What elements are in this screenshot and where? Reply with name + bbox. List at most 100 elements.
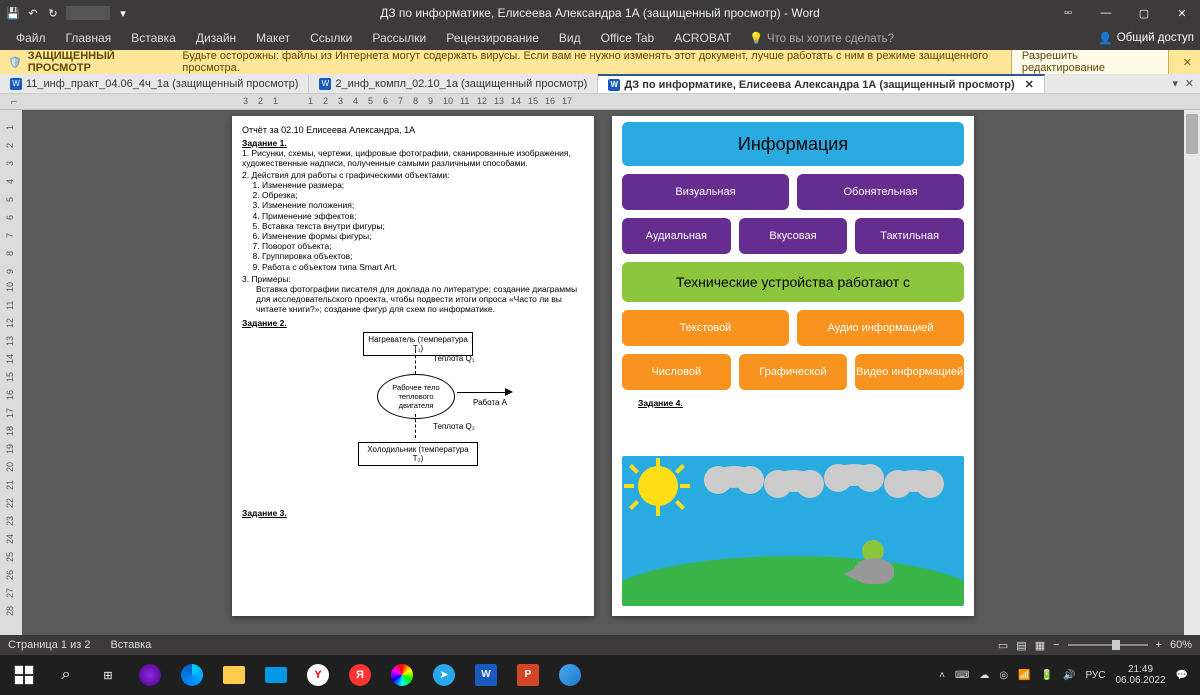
cloud-icon xyxy=(832,464,876,486)
doc-tab-3[interactable]: WДЗ по информатике, Елисеева Александра … xyxy=(598,74,1045,93)
page-1: Отчёт за 02.10 Елисеева Александра, 1А З… xyxy=(232,116,594,616)
tray-keyboard-icon[interactable]: ⌨ xyxy=(955,670,969,681)
doc-tab-2[interactable]: W2_инф_компл_02.10_1а (защищенный просмо… xyxy=(309,74,598,93)
tray-volume-icon[interactable]: 🔊 xyxy=(1063,670,1075,681)
scrollbar-thumb[interactable] xyxy=(1186,114,1198,154)
app-explorer-icon[interactable] xyxy=(214,655,254,695)
app-pinwheel-icon[interactable] xyxy=(382,655,422,695)
task4-drawing xyxy=(622,456,964,606)
app-mail-icon[interactable] xyxy=(256,655,296,695)
app-yandex-icon[interactable]: Y xyxy=(298,655,338,695)
ribbon-opts-icon[interactable]: ▫▫ xyxy=(1054,3,1082,23)
tray-cloud-icon[interactable]: ☁ xyxy=(979,670,989,681)
qat-dropdown-icon[interactable]: ▾ xyxy=(116,6,130,20)
status-section[interactable]: Вставка xyxy=(110,639,151,651)
task1-p2: 2. Действия для работы с графическими об… xyxy=(242,170,584,180)
tab-file[interactable]: Файл xyxy=(6,27,56,49)
task1-p3b: Вставка фотографии писателя для доклада … xyxy=(256,284,584,314)
start-button[interactable] xyxy=(4,655,44,695)
share-button[interactable]: 👤 Общий доступ xyxy=(1098,31,1194,45)
protected-close-icon[interactable]: ✕ xyxy=(1183,56,1192,69)
zoom-out-button[interactable]: − xyxy=(1053,639,1059,651)
report-header: Отчёт за 02.10 Елисеева Александра, 1А xyxy=(242,125,584,135)
taskview-icon[interactable]: ⊞ xyxy=(88,655,128,695)
tab-layout[interactable]: Макет xyxy=(246,27,300,49)
tray-notifications-icon[interactable]: 💬 xyxy=(1176,670,1188,681)
qat-placeholder xyxy=(66,6,110,20)
tray-wifi-icon[interactable]: 📶 xyxy=(1018,670,1030,681)
app-edge-icon[interactable] xyxy=(172,655,212,695)
info-smell: Обонятельная xyxy=(797,174,964,210)
tabs-close-icon[interactable]: ✕ xyxy=(1185,77,1194,90)
tab-design[interactable]: Дизайн xyxy=(186,27,246,49)
vertical-ruler: 1234567891011121314151617181920212223242… xyxy=(0,110,22,635)
app-telegram-icon[interactable]: ➤ xyxy=(424,655,464,695)
minimize-button[interactable]: — xyxy=(1092,3,1120,23)
page-2: Информация Визуальная Обонятельная Аудиа… xyxy=(612,116,974,616)
ruler-corner: ⌐ xyxy=(0,94,28,109)
diagram-q2: Теплота Q₂ xyxy=(433,422,475,431)
sun-icon xyxy=(638,466,678,506)
zoom-level[interactable]: 60% xyxy=(1170,639,1192,651)
app-powerpoint-icon[interactable]: P xyxy=(508,655,548,695)
shield-icon: 🛡️ xyxy=(8,56,22,69)
app-word-icon[interactable]: W xyxy=(466,655,506,695)
tray-clock[interactable]: 21:49 06.06.2022 xyxy=(1115,664,1165,686)
hill xyxy=(622,556,964,606)
tab-mailings[interactable]: Рассылки xyxy=(362,27,436,49)
tab-references[interactable]: Ссылки xyxy=(300,27,362,49)
tab-close-icon[interactable]: ✕ xyxy=(1025,78,1034,91)
tell-me-input[interactable]: 💡 Что вы хотите сделать? xyxy=(749,31,894,45)
title-bar: 💾 ↶ ↻ ▾ ДЗ по информатике, Елисеева Алек… xyxy=(0,0,1200,26)
view-print-icon[interactable]: ▤ xyxy=(1016,639,1026,652)
doc-tab-1[interactable]: W11_инф_практ_04.06_4ч_1а (защищенный пр… xyxy=(0,74,309,93)
app-generic-icon[interactable] xyxy=(550,655,590,695)
save-icon[interactable]: 💾 xyxy=(6,6,20,20)
document-area: 1234567891011121314151617181920212223242… xyxy=(0,110,1200,635)
tech-graphic: Графической xyxy=(739,354,848,390)
info-audio: Аудиальная xyxy=(622,218,731,254)
cloud-icon xyxy=(712,466,756,488)
zoom-slider[interactable] xyxy=(1068,644,1148,646)
view-web-icon[interactable]: ▦ xyxy=(1035,639,1045,652)
maximize-button[interactable]: ▢ xyxy=(1130,3,1158,23)
hedgehog xyxy=(854,558,894,584)
tech-header: Технические устройства работают с xyxy=(622,262,964,302)
redo-icon[interactable]: ↻ xyxy=(46,6,60,20)
cloud-icon xyxy=(772,470,816,492)
horizontal-ruler: ⌐ 321 1234567891011121314151617 xyxy=(0,94,1200,110)
tray-chevron-icon[interactable]: ˄ xyxy=(939,670,945,681)
enable-editing-button[interactable]: Разрешить редактирование xyxy=(1011,47,1169,77)
app-yandex2-icon[interactable]: Я xyxy=(340,655,380,695)
search-icon[interactable]: ⌕ xyxy=(46,655,86,695)
diagram-cooler: Холодильник (температура T₂) xyxy=(358,442,478,466)
protected-view-bar: 🛡️ ЗАЩИЩЕННЫЙ ПРОСМОТР Будьте осторожны:… xyxy=(0,50,1200,74)
tray-app-icon[interactable]: ◎ xyxy=(999,670,1008,681)
diagram-body: Рабочее тело теплового двигателя xyxy=(377,374,455,419)
task2-title: Задание 2. xyxy=(242,318,584,328)
protected-label: ЗАЩИЩЕННЫЙ ПРОСМОТР xyxy=(28,50,175,74)
tab-insert[interactable]: Вставка xyxy=(121,27,186,49)
protected-msg: Будьте осторожны: файлы из Интернета мог… xyxy=(182,50,1011,74)
tab-officetab[interactable]: Office Tab xyxy=(591,27,665,49)
zoom-in-button[interactable]: + xyxy=(1156,639,1162,651)
window-title: ДЗ по информатике, Елисеева Александра 1… xyxy=(380,6,820,20)
tab-home[interactable]: Главная xyxy=(56,27,122,49)
tab-view[interactable]: Вид xyxy=(549,27,591,49)
tray-lang[interactable]: РУС xyxy=(1085,670,1105,681)
tab-acrobat[interactable]: ACROBAT xyxy=(664,27,741,49)
close-button[interactable]: ✕ xyxy=(1168,3,1196,23)
status-bar: Страница 1 из 2 Вставка ▭ ▤ ▦ − + 60% xyxy=(0,635,1200,655)
diagram-q1: Теплота Q₁ xyxy=(433,354,474,363)
tray-battery-icon[interactable]: 🔋 xyxy=(1041,670,1053,681)
undo-icon[interactable]: ↶ xyxy=(26,6,40,20)
tab-review[interactable]: Рецензирование xyxy=(436,27,549,49)
view-read-icon[interactable]: ▭ xyxy=(998,639,1008,652)
info-visual: Визуальная xyxy=(622,174,789,210)
tabs-dropdown-icon[interactable]: ▾ xyxy=(1172,77,1178,90)
status-page[interactable]: Страница 1 из 2 xyxy=(8,639,90,651)
app-alice-icon[interactable] xyxy=(130,655,170,695)
vertical-scrollbar[interactable] xyxy=(1184,110,1200,635)
task1-list: Изменение размера; Обрезка; Изменение по… xyxy=(262,180,584,272)
info-header: Информация xyxy=(622,122,964,166)
